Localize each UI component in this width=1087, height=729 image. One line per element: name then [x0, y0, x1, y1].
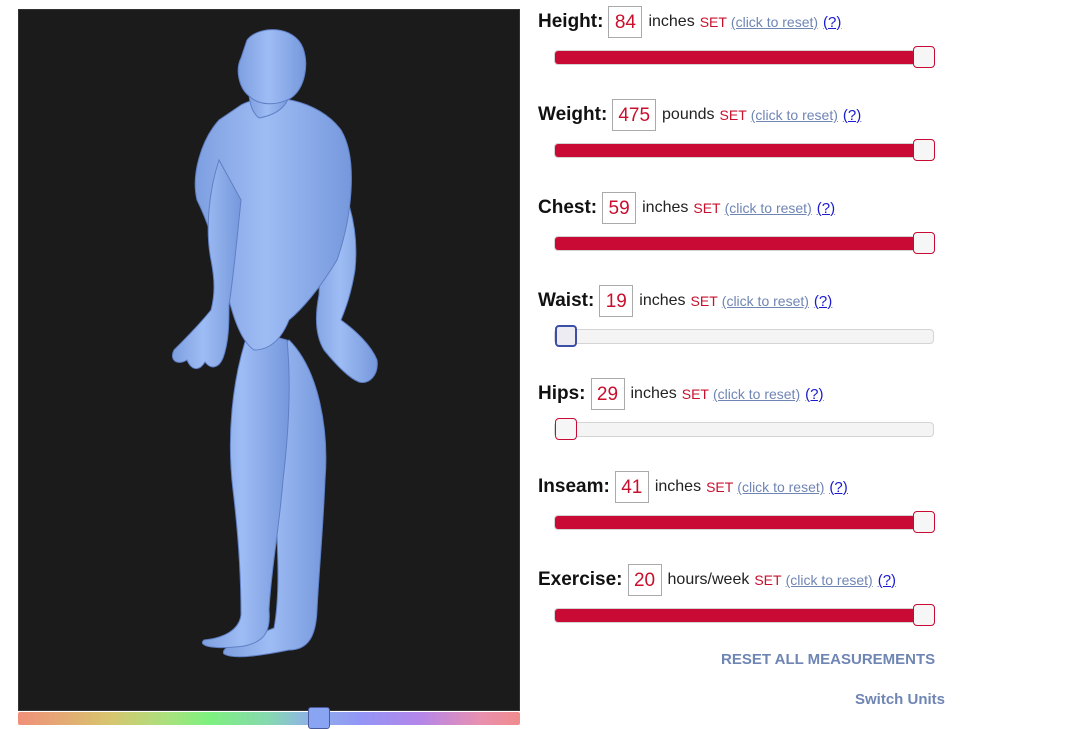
control-row: Height: 84 inches SET (click to reset) (?)	[538, 5, 841, 39]
height-set-badge: SET	[699, 14, 727, 30]
waist-set-badge: SET	[690, 293, 718, 309]
weight-slider-fill	[555, 144, 935, 157]
waist-unit: inches	[639, 292, 686, 309]
color-slider[interactable]	[18, 707, 520, 729]
body-visualizer-app: Height: 84 inches SET (click to reset) (?) Wei…	[0, 0, 1087, 729]
weight-help-link[interactable]: (?)	[843, 107, 861, 124]
exercise-set-badge: SET	[754, 572, 782, 588]
control-row: Weight: 475 pounds SET (click to reset) (?)	[538, 98, 861, 132]
weight-slider-thumb[interactable]	[913, 139, 935, 161]
weight-unit: pounds	[662, 106, 715, 123]
exercise-label: Exercise:	[538, 569, 623, 590]
inseam-value-input[interactable]: 41	[614, 471, 649, 503]
exercise-unit: hours/week	[667, 571, 750, 588]
inseam-label: Inseam:	[538, 476, 610, 497]
chest-slider-thumb[interactable]	[913, 232, 935, 254]
chest-reset-link[interactable]: (click to reset)	[725, 200, 812, 216]
inseam-slider-thumb[interactable]	[913, 511, 935, 533]
control-row: Hips: 29 inches SET (click to reset) (?)	[538, 377, 823, 411]
height-value-input[interactable]: 84	[608, 6, 643, 38]
control-row: Inseam: 41 inches SET (click to reset) (?)	[538, 470, 848, 504]
exercise-slider[interactable]	[554, 604, 935, 626]
hips-set-badge: SET	[681, 386, 709, 402]
chest-label: Chest:	[538, 197, 598, 218]
hips-label: Hips:	[538, 383, 586, 404]
waist-slider[interactable]	[554, 325, 934, 347]
hips-reset-link[interactable]: (click to reset)	[713, 386, 800, 402]
exercise-slider-thumb[interactable]	[913, 604, 935, 626]
height-help-link[interactable]: (?)	[823, 14, 841, 31]
exercise-reset-link[interactable]: (click to reset)	[786, 572, 873, 588]
chest-slider[interactable]	[554, 232, 935, 254]
switch-units-button[interactable]: Switch Units	[855, 691, 945, 708]
hips-unit: inches	[630, 385, 677, 402]
weight-value-input[interactable]: 475	[612, 99, 657, 131]
waist-label: Waist:	[538, 290, 595, 311]
waist-help-link[interactable]: (?)	[814, 293, 832, 310]
inseam-reset-link[interactable]: (click to reset)	[737, 479, 824, 495]
hips-slider[interactable]	[554, 418, 934, 440]
hips-help-link[interactable]: (?)	[805, 386, 823, 403]
model-viewer[interactable]	[18, 9, 520, 711]
hips-value-input[interactable]: 29	[590, 378, 625, 410]
height-slider-thumb[interactable]	[913, 46, 935, 68]
inseam-slider[interactable]	[554, 511, 935, 533]
chest-unit: inches	[642, 199, 689, 216]
color-slider-thumb[interactable]	[308, 707, 331, 729]
inseam-set-badge: SET	[706, 479, 734, 495]
control-row: Waist: 19 inches SET (click to reset) (?)	[538, 284, 832, 318]
exercise-value-input[interactable]: 20	[627, 564, 662, 596]
weight-label: Weight:	[538, 104, 608, 125]
waist-slider-thumb[interactable]	[555, 325, 577, 347]
hips-slider-thumb[interactable]	[555, 418, 577, 440]
height-reset-link[interactable]: (click to reset)	[731, 14, 818, 30]
inseam-unit: inches	[654, 478, 702, 495]
exercise-slider-fill	[555, 609, 935, 622]
chest-help-link[interactable]: (?)	[817, 200, 835, 217]
height-slider[interactable]	[554, 46, 935, 68]
chest-slider-fill	[555, 237, 935, 250]
waist-reset-link[interactable]: (click to reset)	[722, 293, 809, 309]
weight-slider[interactable]	[554, 139, 935, 161]
control-row: Chest: 59 inches SET (click to reset) (?)	[538, 191, 835, 225]
height-unit: inches	[648, 13, 695, 30]
waist-value-input[interactable]: 19	[599, 285, 634, 317]
control-row: Exercise: 20 hours/week SET (click to reset)…	[538, 563, 896, 597]
body-model	[172, 29, 378, 658]
height-slider-fill	[555, 51, 935, 64]
weight-reset-link[interactable]: (click to reset)	[751, 107, 838, 123]
chest-value-input[interactable]: 59	[602, 192, 637, 224]
reset-all-button[interactable]: RESET ALL MEASUREMENTS	[721, 651, 935, 668]
chest-set-badge: SET	[693, 200, 721, 216]
inseam-help-link[interactable]: (?)	[829, 479, 847, 496]
exercise-help-link[interactable]: (?)	[878, 572, 896, 589]
weight-set-badge: SET	[719, 107, 747, 123]
height-label: Height:	[538, 11, 604, 32]
inseam-slider-fill	[555, 516, 935, 529]
